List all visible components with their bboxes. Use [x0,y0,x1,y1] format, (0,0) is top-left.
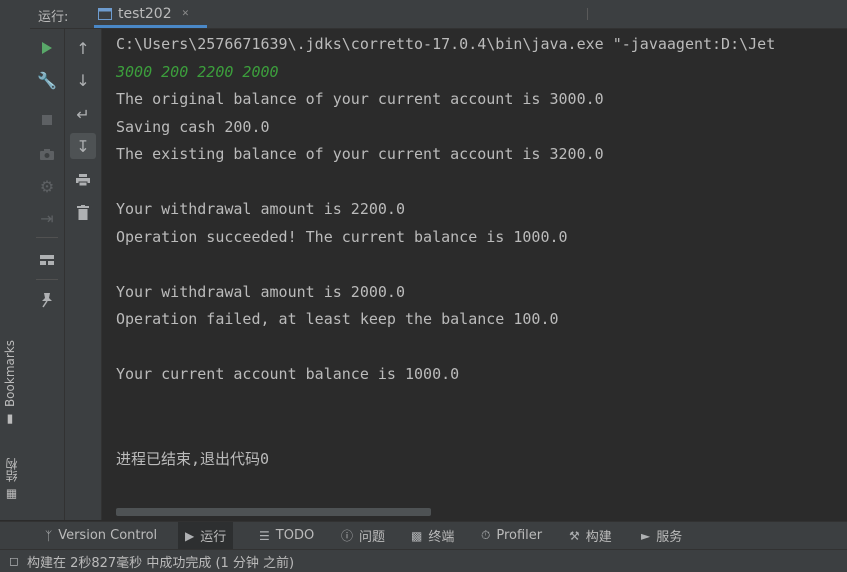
header-divider [587,8,588,20]
structure-tool-button[interactable]: ▦ 结构 [3,458,20,502]
run-toolbar-primary: 🔧 ⚙ ⇥ [30,29,65,520]
bug-icon: ⚙ [39,176,55,196]
tab-run[interactable]: ▶ 运行 [178,522,234,549]
services-icon: ► [641,528,651,543]
debug-button[interactable]: ⚙ [34,173,60,199]
tab-label: 运行 [200,530,227,545]
wrench-icon: 🔧 [37,70,57,90]
run-tool-window-header: 运行: test202 ✕ [30,0,847,29]
scroll-to-end-icon: ↧ [76,136,90,156]
dump-threads-button[interactable] [34,141,60,167]
toolbar-separator [36,279,58,280]
console-line: Operation failed, at least keep the bala… [116,310,559,328]
terminal-icon: ▩ [411,528,423,543]
run-label: 运行: [38,10,69,25]
status-bar: ◻ 构建在 2秒827毫秒 中成功完成 (1 分钟 之前) [0,549,847,572]
tool-window-bar: ᛉ Version Control ▶ 运行 ☰ TODO ⓘ 问题 ▩ 终端 … [0,521,847,549]
tab-label: 构建 [585,530,612,545]
layout-button[interactable] [34,247,60,273]
edit-configuration-button[interactable]: 🔧 [34,67,60,93]
console-line: Your withdrawal amount is 2200.0 [116,200,405,218]
tab-label: TODO [275,528,315,543]
rerun-button[interactable] [34,35,60,61]
clear-all-button[interactable] [70,199,96,225]
console-output[interactable]: C:\Users\2576671639\.jdks\corretto-17.0.… [102,29,847,520]
tab-test202[interactable]: test202 ✕ [94,0,207,28]
tab-label: 问题 [359,530,386,545]
print-button[interactable] [70,167,96,193]
trash-icon [77,204,89,220]
stop-button[interactable] [34,107,60,133]
bookmarks-tool-button[interactable]: ▮ Bookmarks [3,340,17,427]
info-icon: ⓘ [341,529,354,543]
console-line: Operation succeeded! The current balance… [116,228,568,246]
console-line: The original balance of your current acc… [116,90,604,108]
pin-icon [42,293,52,308]
bookmark-icon: ▮ [6,413,14,428]
tab-services[interactable]: ► 服务 [634,522,689,549]
tab-todo[interactable]: ☰ TODO [252,522,321,549]
run-icon: ▶ [185,528,195,543]
run-config-icon [98,8,112,20]
tab-label: 终端 [428,530,455,545]
structure-icon: ▦ [5,488,18,502]
tab-profiler[interactable]: ⏱ Profiler [474,522,549,549]
console-line: Your current account balance is 1000.0 [116,365,460,383]
console-line: The existing balance of your current acc… [116,145,604,163]
console-line: Your withdrawal amount is 2000.0 [116,283,405,301]
status-message: 构建在 2秒827毫秒 中成功完成 (1 分钟 之前) [26,555,295,571]
profiler-icon: ⏱ [481,528,491,542]
close-icon[interactable]: ✕ [182,9,190,19]
tab-build[interactable]: ⚒ 构建 [562,522,619,549]
tab-label: Profiler [496,528,543,543]
tab-label: 服务 [656,530,683,545]
exit-icon: ⇥ [40,208,54,228]
console-line-exit-code: 进程已结束,退出代码0 [116,450,270,468]
soft-wrap-icon: ↵ [76,104,90,124]
tab-label: Version Control [58,528,158,543]
tab-terminal[interactable]: ▩ 终端 [404,522,461,549]
list-icon: ☰ [259,528,270,543]
next-occurrence-button[interactable]: ↓ [70,67,96,93]
run-toolbar-secondary: ↑ ↓ ↵ ↧ [65,29,102,520]
scroll-to-end-button[interactable]: ↧ [70,133,96,159]
branch-icon: ᛉ [45,528,53,543]
camera-icon [40,148,54,160]
exit-button[interactable]: ⇥ [34,205,60,231]
printer-icon [76,174,90,187]
tab-problems[interactable]: ⓘ 问题 [334,522,392,549]
horizontal-scrollbar[interactable] [116,508,431,516]
tab-title: test202 [118,6,172,22]
layout-icon [40,255,54,265]
hammer-icon: ⚒ [569,528,580,543]
stop-icon [42,115,52,125]
structure-label: 结构 [5,458,19,482]
pin-tab-button[interactable] [34,287,60,313]
run-icon [42,42,52,54]
arrow-down-icon: ↓ [76,70,90,90]
console-line-command: C:\Users\2576671639\.jdks\corretto-17.0.… [116,35,776,53]
tab-version-control[interactable]: ᛉ Version Control [38,522,164,549]
bookmarks-label: Bookmarks [3,340,17,408]
console-line: Saving cash 200.0 [116,118,270,136]
soft-wrap-button[interactable]: ↵ [70,101,96,127]
toolbar-separator [36,237,58,238]
console-line-user-input: 3000 200 2200 2000 [116,63,279,81]
arrow-up-icon: ↑ [76,38,90,58]
window-toggle-icon[interactable]: ◻ [9,554,19,568]
previous-occurrence-button[interactable]: ↑ [70,35,96,61]
left-tool-strip: ▮ Bookmarks ▦ 结构 [0,0,31,520]
